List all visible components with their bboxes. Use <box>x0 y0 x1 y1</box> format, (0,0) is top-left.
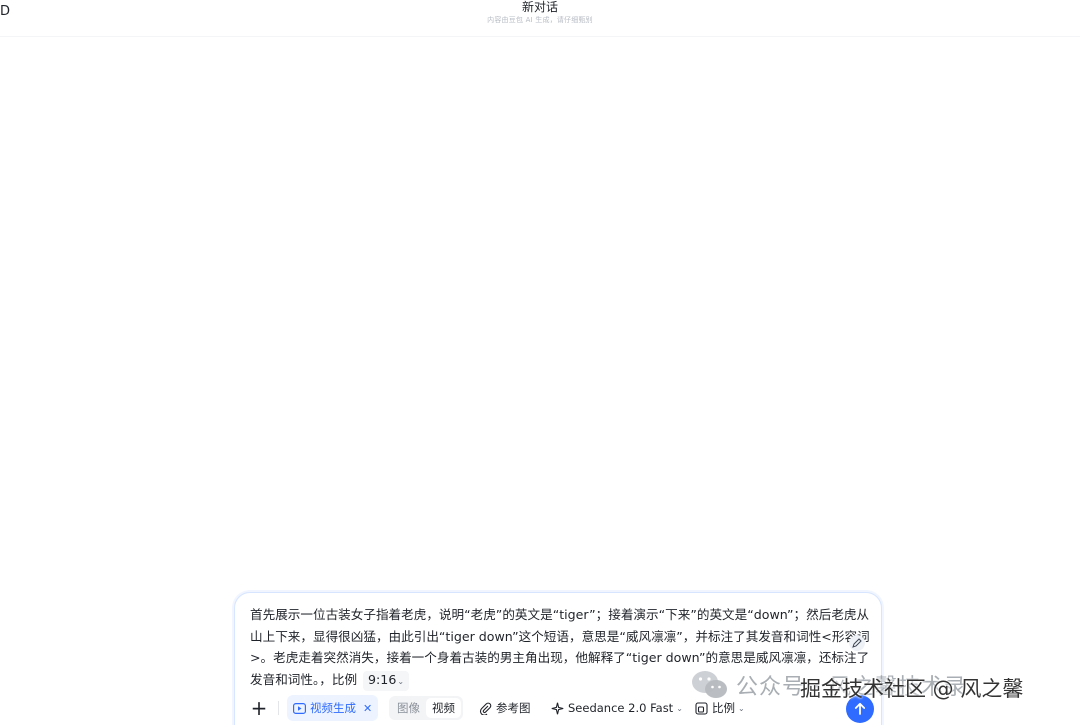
prompt-text: 首先展示一位古装女子指着老虎，说明“老虎”的英文是“tiger”；接着演示“下来… <box>250 607 870 687</box>
ai-disclaimer: 内容由豆包 AI 生成，请仔细甄别 <box>487 16 593 24</box>
model-label: Seedance 2.0 Fast <box>568 701 674 715</box>
chevron-down-icon: ⌄ <box>738 703 745 713</box>
ratio-value: 9:16 <box>368 671 397 687</box>
aspect-ratio-selector[interactable]: 比例 ⌄ <box>695 695 745 721</box>
aspect-ratio-label: 比例 <box>712 701 735 715</box>
reference-image-label: 参考图 <box>496 701 531 715</box>
sparkle-icon <box>551 702 564 714</box>
ratio-inline-selector[interactable]: 9:16⌄ <box>363 670 410 691</box>
close-icon[interactable]: ✕ <box>363 702 372 715</box>
app-window: D 新对话 内容由豆包 AI 生成，请仔细甄别 首先展示一位古装女子指着老虎，说… <box>0 0 1080 725</box>
prompt-composer: 首先展示一位古装女子指着老虎，说明“老虎”的英文是“tiger”；接着演示“下来… <box>234 592 882 725</box>
segment-image[interactable]: 图像 <box>391 698 426 718</box>
prompt-input[interactable]: 首先展示一位古装女子指着老虎，说明“老虎”的英文是“tiger”；接着演示“下来… <box>250 604 872 691</box>
paperclip-icon <box>479 702 492 715</box>
pen-icon[interactable] <box>849 635 865 651</box>
video-play-icon <box>293 702 306 714</box>
reference-image-button[interactable]: 参考图 <box>479 695 531 721</box>
segment-video[interactable]: 视频 <box>426 698 461 718</box>
aspect-ratio-icon <box>695 701 708 715</box>
chevron-down-icon: ⌄ <box>397 676 405 686</box>
arrow-up-icon <box>854 702 866 715</box>
model-selector[interactable]: Seedance 2.0 Fast ⌄ <box>551 695 683 721</box>
send-button[interactable] <box>846 695 874 723</box>
video-generation-chip[interactable]: 视频生成 ✕ <box>287 695 379 721</box>
plus-icon: + <box>250 696 268 720</box>
add-attachment-button[interactable]: + <box>249 695 269 721</box>
media-type-toggle: 图像 视频 <box>389 696 463 720</box>
chat-title: 新对话 <box>521 0 558 14</box>
video-generation-label: 视频生成 <box>310 701 356 715</box>
composer-toolbar: + 视频生成 ✕ 图像 视频 参考图 Seedance 2.0 Fast ⌄ 比… <box>235 693 881 723</box>
chevron-down-icon: ⌄ <box>676 703 683 713</box>
chat-header: 新对话 内容由豆包 AI 生成，请仔细甄别 <box>0 0 1080 37</box>
toolbar-divider <box>278 701 279 715</box>
